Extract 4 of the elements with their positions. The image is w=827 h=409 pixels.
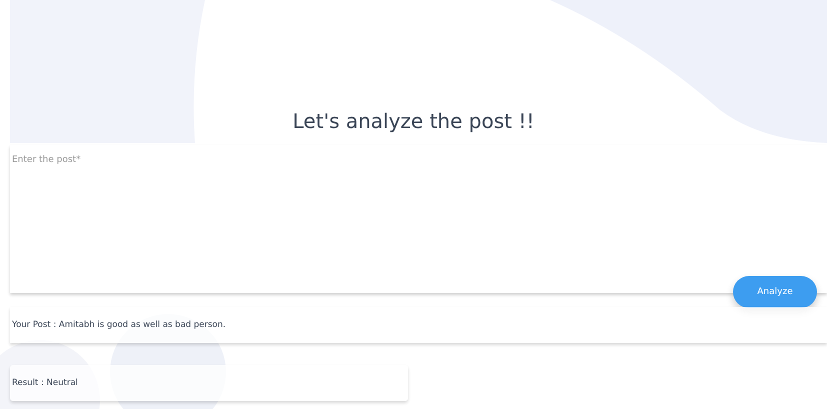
page-title: Let's analyze the post !!: [292, 109, 534, 133]
result-text: Result : Neutral: [12, 378, 78, 388]
analyze-button[interactable]: Analyze: [733, 276, 817, 308]
post-text: Your Post : Amitabh is good as well as bad person.: [12, 320, 226, 330]
